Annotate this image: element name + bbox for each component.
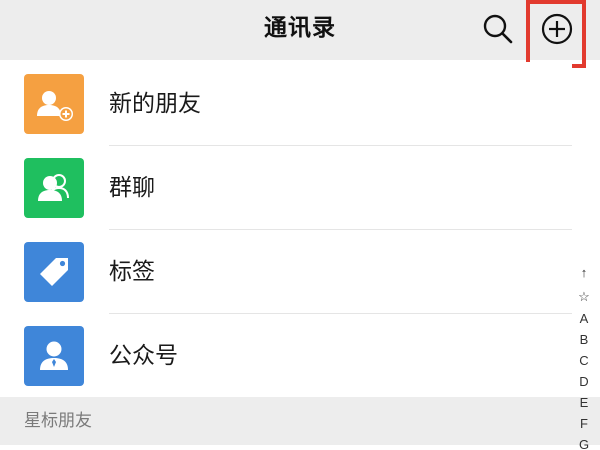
official-account-icon [24, 326, 84, 386]
index-item-e[interactable]: E [572, 392, 596, 413]
index-item-d[interactable]: D [572, 371, 596, 392]
add-button-highlight [526, 0, 586, 68]
search-button[interactable] [481, 12, 515, 46]
list-item-official-accounts[interactable]: 公众号 [0, 314, 572, 398]
group-chat-icon [24, 158, 84, 218]
add-friend-icon [24, 74, 84, 134]
section-header-starred: 星标朋友 [0, 397, 600, 445]
index-item-a[interactable]: A [572, 308, 596, 329]
list-item-label: 群聊 [109, 175, 155, 201]
alphabet-index-bar[interactable]: ↑ ☆ A B C D E F G [572, 262, 596, 450]
index-item-g[interactable]: G [572, 434, 596, 450]
add-button[interactable] [541, 13, 573, 45]
list-item-tags[interactable]: 标签 [0, 230, 572, 314]
index-item-c[interactable]: C [572, 350, 596, 371]
list-continuation [0, 445, 600, 450]
index-item-star[interactable]: ☆ [572, 286, 596, 307]
index-item-f[interactable]: F [572, 413, 596, 434]
list-item-label: 标签 [109, 259, 155, 285]
list-item-label: 新的朋友 [109, 91, 201, 117]
add-circle-icon [541, 13, 573, 45]
top-navigation-bar: 通讯录 [0, 0, 600, 68]
list-item-group-chats[interactable]: 群聊 [0, 146, 572, 230]
tag-icon [24, 242, 84, 302]
list-item-new-friends[interactable]: 新的朋友 [0, 62, 572, 146]
list-item-label: 公众号 [109, 343, 178, 369]
index-item-top[interactable]: ↑ [572, 262, 596, 283]
search-icon [483, 14, 513, 44]
index-item-b[interactable]: B [572, 329, 596, 350]
section-label: 星标朋友 [24, 411, 92, 431]
